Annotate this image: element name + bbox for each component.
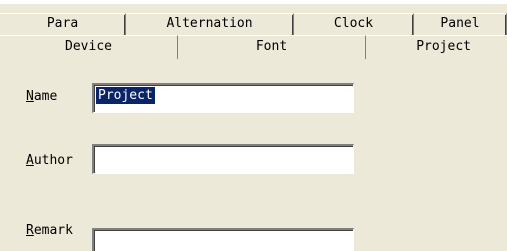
- tab-alternation[interactable]: Alternation: [126, 13, 294, 35]
- remark-input[interactable]: [92, 228, 354, 251]
- tab-device[interactable]: Device: [0, 35, 178, 59]
- name-input-value: Project: [96, 87, 155, 104]
- tab-font[interactable]: Font: [178, 35, 366, 59]
- tab-clock[interactable]: Clock: [294, 13, 414, 35]
- remark-label-rest: emark: [33, 223, 73, 238]
- author-label-mnemonic: A: [26, 153, 34, 168]
- author-input[interactable]: [92, 144, 354, 174]
- author-label-rest: uthor: [33, 153, 73, 168]
- tab-panel[interactable]: Panel: [414, 13, 507, 35]
- remark-label: Remark: [26, 223, 73, 239]
- project-tab-panel: Name Project Author Remark: [0, 59, 507, 251]
- tab-para[interactable]: Para: [0, 13, 126, 35]
- tab-project[interactable]: Project: [366, 35, 507, 59]
- clipped-title-strip: [0, 0, 507, 4]
- name-label-rest: ame: [33, 89, 58, 104]
- author-label: Author: [26, 153, 73, 169]
- name-input[interactable]: Project: [92, 83, 354, 113]
- tab-row-front: Device Font Project: [0, 35, 507, 59]
- name-label: Name: [26, 89, 57, 105]
- tab-row-back: Para Alternation Clock Panel: [0, 13, 507, 35]
- name-label-mnemonic: N: [26, 89, 34, 104]
- remark-label-mnemonic: R: [26, 223, 34, 238]
